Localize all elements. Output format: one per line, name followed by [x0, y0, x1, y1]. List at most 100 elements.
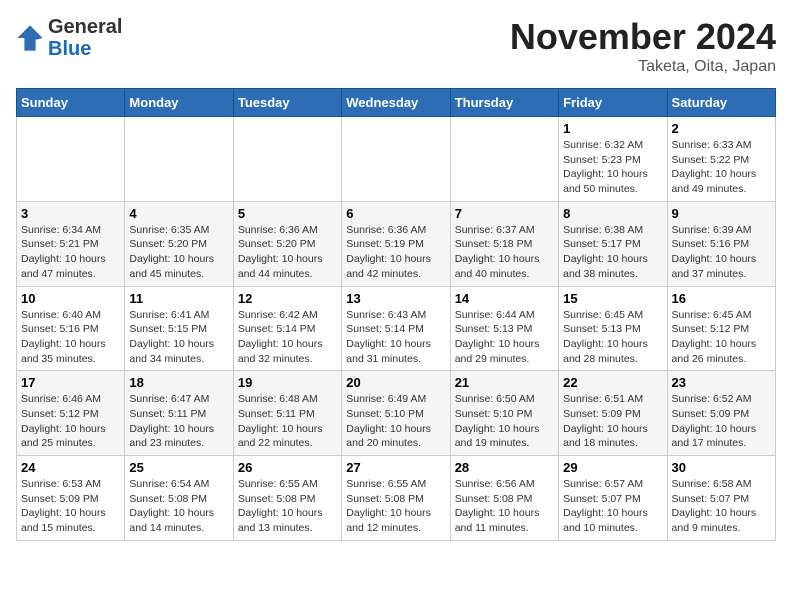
day-number: 12 [238, 291, 337, 306]
day-number: 21 [455, 375, 554, 390]
day-number: 14 [455, 291, 554, 306]
calendar-cell: 17 Sunrise: 6:46 AM Sunset: 5:12 PM Dayli… [17, 371, 125, 456]
day-info: Sunrise: 6:41 AM Sunset: 5:15 PM Dayligh… [129, 308, 228, 367]
day-info: Sunrise: 6:50 AM Sunset: 5:10 PM Dayligh… [455, 392, 554, 451]
week-row-4: 17 Sunrise: 6:46 AM Sunset: 5:12 PM Dayli… [17, 371, 776, 456]
calendar-cell: 19 Sunrise: 6:48 AM Sunset: 5:11 PM Dayli… [233, 371, 341, 456]
day-number: 26 [238, 460, 337, 475]
calendar-cell: 28 Sunrise: 6:56 AM Sunset: 5:08 PM Dayli… [450, 456, 558, 541]
day-info: Sunrise: 6:36 AM Sunset: 5:20 PM Dayligh… [238, 223, 337, 282]
calendar-cell [17, 117, 125, 202]
calendar-cell [233, 117, 341, 202]
calendar-cell: 18 Sunrise: 6:47 AM Sunset: 5:11 PM Dayli… [125, 371, 233, 456]
calendar-cell: 16 Sunrise: 6:45 AM Sunset: 5:12 PM Dayli… [667, 286, 775, 371]
calendar-cell: 21 Sunrise: 6:50 AM Sunset: 5:10 PM Dayli… [450, 371, 558, 456]
calendar-table: SundayMondayTuesdayWednesdayThursdayFrid… [16, 88, 776, 541]
day-info: Sunrise: 6:48 AM Sunset: 5:11 PM Dayligh… [238, 392, 337, 451]
month-title: November 2024 [510, 16, 776, 58]
calendar-cell [342, 117, 450, 202]
weekday-header-sunday: Sunday [17, 89, 125, 117]
calendar-cell: 6 Sunrise: 6:36 AM Sunset: 5:19 PM Daylig… [342, 201, 450, 286]
calendar-cell: 9 Sunrise: 6:39 AM Sunset: 5:16 PM Daylig… [667, 201, 775, 286]
calendar-cell: 27Sunrise: 6:55 AM Sunset: 5:08 PM Dayli… [342, 456, 450, 541]
day-number: 3 [21, 206, 120, 221]
day-number: 20 [346, 375, 445, 390]
day-number: 28 [455, 460, 554, 475]
calendar-cell: 15 Sunrise: 6:45 AM Sunset: 5:13 PM Dayli… [559, 286, 667, 371]
day-number: 13 [346, 291, 445, 306]
day-info: Sunrise: 6:36 AM Sunset: 5:19 PM Dayligh… [346, 223, 445, 282]
title-block: November 2024 Taketa, Oita, Japan [510, 16, 776, 76]
calendar-cell: 22 Sunrise: 6:51 AM Sunset: 5:09 PM Dayli… [559, 371, 667, 456]
weekday-header-thursday: Thursday [450, 89, 558, 117]
day-info: Sunrise: 6:46 AM Sunset: 5:12 PM Dayligh… [21, 392, 120, 451]
day-number: 11 [129, 291, 228, 306]
day-number: 30 [672, 460, 771, 475]
weekday-header-row: SundayMondayTuesdayWednesdayThursdayFrid… [17, 89, 776, 117]
day-info: Sunrise: 6:51 AM Sunset: 5:09 PM Dayligh… [563, 392, 662, 451]
day-number: 18 [129, 375, 228, 390]
calendar-cell: 2Sunrise: 6:33 AM Sunset: 5:22 PM Daylig… [667, 117, 775, 202]
day-number: 19 [238, 375, 337, 390]
day-info: Sunrise: 6:53 AM Sunset: 5:09 PM Dayligh… [21, 477, 120, 536]
week-row-2: 3 Sunrise: 6:34 AM Sunset: 5:21 PM Daylig… [17, 201, 776, 286]
day-number: 1 [563, 121, 662, 136]
page-header: General Blue November 2024 Taketa, Oita,… [16, 16, 776, 76]
day-number: 6 [346, 206, 445, 221]
week-row-1: 1 Sunrise: 6:32 AM Sunset: 5:23 PM Daylig… [17, 117, 776, 202]
calendar-cell: 12 Sunrise: 6:42 AM Sunset: 5:14 PM Dayli… [233, 286, 341, 371]
day-info: Sunrise: 6:38 AM Sunset: 5:17 PM Dayligh… [563, 223, 662, 282]
day-info: Sunrise: 6:45 AM Sunset: 5:12 PM Dayligh… [672, 308, 771, 367]
day-number: 4 [129, 206, 228, 221]
day-number: 7 [455, 206, 554, 221]
day-info: Sunrise: 6:37 AM Sunset: 5:18 PM Dayligh… [455, 223, 554, 282]
day-info: Sunrise: 6:52 AM Sunset: 5:09 PM Dayligh… [672, 392, 771, 451]
day-info: Sunrise: 6:34 AM Sunset: 5:21 PM Dayligh… [21, 223, 120, 282]
week-row-5: 24 Sunrise: 6:53 AM Sunset: 5:09 PM Dayli… [17, 456, 776, 541]
day-info: Sunrise: 6:54 AM Sunset: 5:08 PM Dayligh… [129, 477, 228, 536]
weekday-header-wednesday: Wednesday [342, 89, 450, 117]
weekday-header-saturday: Saturday [667, 89, 775, 117]
day-info: Sunrise: 6:33 AM Sunset: 5:22 PM Dayligh… [672, 138, 771, 197]
logo-icon [16, 24, 44, 52]
day-number: 23 [672, 375, 771, 390]
logo: General Blue [16, 16, 122, 60]
day-info: Sunrise: 6:45 AM Sunset: 5:13 PM Dayligh… [563, 308, 662, 367]
day-info: Sunrise: 6:32 AM Sunset: 5:23 PM Dayligh… [563, 138, 662, 197]
weekday-header-friday: Friday [559, 89, 667, 117]
day-number: 24 [21, 460, 120, 475]
day-number: 16 [672, 291, 771, 306]
calendar-cell: 5 Sunrise: 6:36 AM Sunset: 5:20 PM Daylig… [233, 201, 341, 286]
calendar-cell: 24 Sunrise: 6:53 AM Sunset: 5:09 PM Dayli… [17, 456, 125, 541]
calendar-cell: 23 Sunrise: 6:52 AM Sunset: 5:09 PM Dayli… [667, 371, 775, 456]
day-info: Sunrise: 6:55 AM Sunset: 5:08 PM Dayligh… [238, 477, 337, 536]
location-text: Taketa, Oita, Japan [510, 58, 776, 76]
day-info: Sunrise: 6:42 AM Sunset: 5:14 PM Dayligh… [238, 308, 337, 367]
day-info: Sunrise: 6:44 AM Sunset: 5:13 PM Dayligh… [455, 308, 554, 367]
day-number: 15 [563, 291, 662, 306]
calendar-cell: 10Sunrise: 6:40 AM Sunset: 5:16 PM Dayli… [17, 286, 125, 371]
day-info: Sunrise: 6:43 AM Sunset: 5:14 PM Dayligh… [346, 308, 445, 367]
day-number: 17 [21, 375, 120, 390]
day-info: Sunrise: 6:56 AM Sunset: 5:08 PM Dayligh… [455, 477, 554, 536]
calendar-cell: 29Sunrise: 6:57 AM Sunset: 5:07 PM Dayli… [559, 456, 667, 541]
weekday-header-tuesday: Tuesday [233, 89, 341, 117]
day-number: 22 [563, 375, 662, 390]
calendar-cell: 11 Sunrise: 6:41 AM Sunset: 5:15 PM Dayli… [125, 286, 233, 371]
day-info: Sunrise: 6:49 AM Sunset: 5:10 PM Dayligh… [346, 392, 445, 451]
day-number: 29 [563, 460, 662, 475]
calendar-cell: 4Sunrise: 6:35 AM Sunset: 5:20 PM Daylig… [125, 201, 233, 286]
day-number: 9 [672, 206, 771, 221]
day-number: 5 [238, 206, 337, 221]
day-info: Sunrise: 6:55 AM Sunset: 5:08 PM Dayligh… [346, 477, 445, 536]
calendar-cell: 30Sunrise: 6:58 AM Sunset: 5:07 PM Dayli… [667, 456, 775, 541]
day-number: 8 [563, 206, 662, 221]
day-info: Sunrise: 6:47 AM Sunset: 5:11 PM Dayligh… [129, 392, 228, 451]
calendar-cell: 20 Sunrise: 6:49 AM Sunset: 5:10 PM Dayli… [342, 371, 450, 456]
day-info: Sunrise: 6:40 AM Sunset: 5:16 PM Dayligh… [21, 308, 120, 367]
calendar-cell: 3 Sunrise: 6:34 AM Sunset: 5:21 PM Daylig… [17, 201, 125, 286]
weekday-header-monday: Monday [125, 89, 233, 117]
calendar-cell: 1 Sunrise: 6:32 AM Sunset: 5:23 PM Daylig… [559, 117, 667, 202]
calendar-cell: 7 Sunrise: 6:37 AM Sunset: 5:18 PM Daylig… [450, 201, 558, 286]
day-info: Sunrise: 6:39 AM Sunset: 5:16 PM Dayligh… [672, 223, 771, 282]
